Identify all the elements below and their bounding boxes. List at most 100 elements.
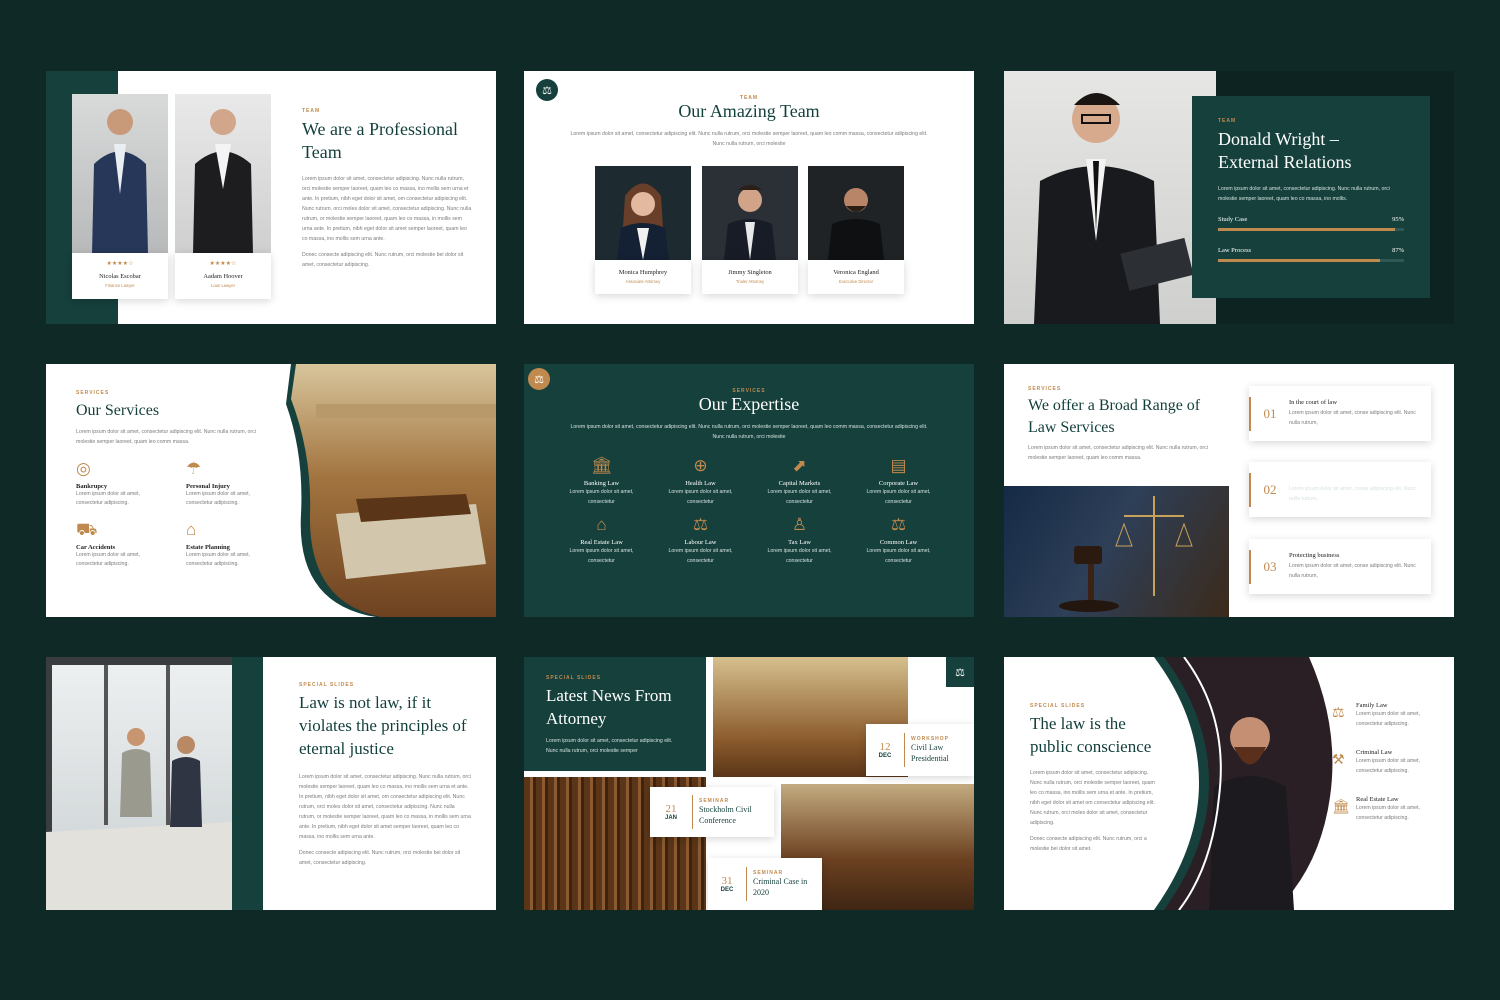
slide-our-expertise[interactable]: ⚖ SERVICES Our Expertise Lorem ipsum dol… xyxy=(524,364,974,617)
item-title: In the court of law xyxy=(1289,399,1338,406)
expertise-name: Health Law xyxy=(685,480,716,487)
slide-public-conscience[interactable]: SPECIAL SLIDES The law is the public con… xyxy=(1004,657,1454,910)
expertise-real-estate-law[interactable]: ⌂ Real Estate Law Lorem ipsum dolor sit am… xyxy=(552,515,651,566)
person-silhouette xyxy=(617,183,669,260)
member-name: Veronica England xyxy=(833,269,879,276)
member-photo-2 xyxy=(702,166,798,260)
lawyer-photo xyxy=(1004,71,1216,324)
expertise-banking-law[interactable]: 🏛 Banking Law Lorem ipsum dolor sit amet, … xyxy=(552,456,651,507)
item-desc: Lorem ipsum dolor sit amet, conse adipis… xyxy=(1289,486,1416,502)
skill-bar-study-case: Study Case 95% xyxy=(1218,216,1404,231)
member-name: Nicolas Escobar xyxy=(99,273,141,280)
event-month: DEC xyxy=(878,753,892,759)
person-silhouette xyxy=(92,109,148,254)
item-desc: Lorem ipsum dolor sit amet, conse adipis… xyxy=(1289,410,1416,426)
event-card-criminal-case[interactable]: 31 DEC SEMINAR Criminal Case in 2020 xyxy=(708,858,822,910)
person-silhouette xyxy=(828,188,884,260)
expertise-capital-markets[interactable]: ⬈ Capital Markets Lorem ipsum dolor sit am… xyxy=(750,456,849,507)
event-card-civil-law[interactable]: 12 DEC WORKSHOP Civil Law Presidential xyxy=(866,724,974,776)
scales-logo-icon: ⚖ xyxy=(528,368,550,390)
practice-name: Family Law xyxy=(1356,702,1388,709)
item-number: 03 xyxy=(1263,558,1277,574)
slide-donald-wright[interactable]: TEAM Donald Wright – External Relations … xyxy=(1004,71,1454,324)
person-silhouette xyxy=(193,109,253,254)
practice-desc: Lorem ipsum dolor sit amet, consectetur … xyxy=(1356,711,1421,727)
slide-latest-news[interactable]: SPECIAL SLIDES Latest News From Attorney… xyxy=(524,657,974,910)
rating-stars: ★★★★☆ xyxy=(106,261,134,267)
event-title: Criminal Case in 2020 xyxy=(753,877,808,897)
slide-title: Law is not law, if it violates the princ… xyxy=(299,693,467,758)
event-title: Civil Law Presidential xyxy=(911,743,949,763)
event-title: Stockholm Civil Conference xyxy=(699,805,752,825)
expertise-desc: Lorem ipsum dolor sit amet, consectetur xyxy=(569,489,634,505)
event-month: JAN xyxy=(664,815,677,821)
member-role: Associate Attorney xyxy=(625,279,661,284)
event-month: DEC xyxy=(720,887,734,893)
service-item-3[interactable]: 03 Protecting business Lorem ipsum dolor … xyxy=(1249,539,1431,594)
skill-bar-law-process: Law Process 87% xyxy=(1218,247,1404,262)
person-silhouette xyxy=(724,185,776,260)
item-number: 01 xyxy=(1263,405,1277,421)
section-kicker: SPECIAL SLIDES xyxy=(546,675,602,681)
slide-law-services[interactable]: SERVICES We offer a Broad Range of Law S… xyxy=(1004,364,1454,617)
skill-value: 87% xyxy=(1392,247,1404,254)
practice-name: Real Estate Law xyxy=(1356,796,1399,803)
body-text: Lorem ipsum dolor sit amet, consectetur … xyxy=(299,774,471,840)
practice-desc: Lorem ipsum dolor sit amet, consectetur … xyxy=(1356,758,1421,774)
expertise-desc: Lorem ipsum dolor sit amet, consectetur xyxy=(767,548,832,564)
slide-our-services[interactable]: SERVICES Our Services Lorem ipsum dolor … xyxy=(46,364,496,617)
expertise-labour-law[interactable]: ⚖ Labour Law Lorem ipsum dolor sit amet, c… xyxy=(651,515,750,566)
member-role: Trialer Attorney xyxy=(735,279,765,284)
progress-fill xyxy=(1218,259,1380,262)
rating-stars: ★★★★☆ xyxy=(209,261,237,267)
expertise-common-law[interactable]: ⚖ Common Law Lorem ipsum dolor sit amet, c… xyxy=(849,515,948,566)
member-card: Veronica England Executive Director xyxy=(808,260,904,294)
member-role: Loan Lawyer xyxy=(211,283,235,288)
section-kicker: TEAM xyxy=(302,108,321,114)
slide-eternal-justice[interactable]: SPECIAL SLIDES Law is not law, if it vio… xyxy=(46,657,496,910)
section-kicker: TEAM xyxy=(1218,118,1237,124)
skill-label: Study Case xyxy=(1218,216,1248,223)
expertise-name: Banking Law xyxy=(583,480,620,487)
house-icon: ⌂ xyxy=(596,515,607,534)
slide-title: Our Amazing Team xyxy=(678,101,820,121)
body-text: Lorem ipsum dolor sit amet, consectetur … xyxy=(1218,186,1390,202)
slide-title: Donald Wright – External Relations xyxy=(1218,129,1352,172)
accent-strip xyxy=(232,657,263,910)
service-item-1[interactable]: 01 In the court of law Lorem ipsum dolor … xyxy=(1249,386,1431,441)
slide-title: Our Expertise xyxy=(698,394,800,414)
scales-icon: ⚖ xyxy=(890,515,907,534)
office-photo xyxy=(46,657,232,910)
expertise-desc: Lorem ipsum dolor sit amet, consectetur xyxy=(668,548,733,564)
footer-text: Donec consecte adipiscing elit. Nunc rut… xyxy=(302,252,464,268)
practice-desc: Lorem ipsum dolor sit amet, consectetur … xyxy=(1356,805,1421,821)
expertise-name: Common Law xyxy=(879,539,918,546)
slide-title: We offer a Broad Range of Law Services xyxy=(1028,397,1201,436)
member-card: Monica Humphrey Associate Attorney xyxy=(595,260,691,294)
profile-panel: TEAM Donald Wright – External Relations … xyxy=(1192,96,1430,298)
event-card-stockholm[interactable]: 21 JAN SEMINAR Stockholm Civil Conference xyxy=(650,787,774,837)
practice-criminal-law[interactable]: ⚒ Criminal Law Lorem ipsum dolor sit amet… xyxy=(1332,749,1432,776)
service-item-2[interactable]: 02 Direct way of justice Lorem ipsum dolo… xyxy=(1249,462,1431,517)
skill-label: Law Process xyxy=(1218,247,1252,254)
body-text: Lorem ipsum dolor sit amet, consectetur … xyxy=(570,424,928,440)
expertise-tax-law[interactable]: ♙ Tax Law Lorem ipsum dolor sit amet, cons… xyxy=(750,515,849,566)
expertise-desc: Lorem ipsum dolor sit amet, consectetur xyxy=(767,489,832,505)
scales-logo-icon: ⚖ xyxy=(946,657,974,687)
slide-amazing-team[interactable]: ⚖ TEAM Our Amazing Team Lorem ipsum dolo… xyxy=(524,71,974,324)
member-name: Jimmy Singleton xyxy=(728,269,772,276)
expertise-desc: Lorem ipsum dolor sit amet, consectetur xyxy=(866,489,931,505)
member-photo-3 xyxy=(808,166,904,260)
member-card: ★★★★☆ Nicolas Escobar Finance Lawyer xyxy=(72,253,168,299)
slide-professional-team[interactable]: ★★★★☆ Nicolas Escobar Finance Lawyer ★★★… xyxy=(46,71,496,324)
building-icon: 🏛 xyxy=(1332,798,1350,814)
expertise-health-law[interactable]: ⊕ Health Law Lorem ipsum dolor sit amet, c… xyxy=(651,456,750,507)
expertise-corporate-law[interactable]: ▤ Corporate Law Lorem ipsum dolor sit amet… xyxy=(849,456,948,507)
scales-icon: ⚖ xyxy=(692,515,709,534)
gavel-scales-illustration xyxy=(1059,496,1193,612)
expertise-name: Capital Markets xyxy=(778,480,821,487)
practice-family-law[interactable]: ⚖ Family Law Lorem ipsum dolor sit amet, … xyxy=(1332,702,1432,729)
courtroom-photo xyxy=(286,364,496,617)
skill-value: 95% xyxy=(1392,216,1404,223)
practice-real-estate-law[interactable]: 🏛 Real Estate Law Lorem ipsum dolor sit a… xyxy=(1332,796,1432,823)
